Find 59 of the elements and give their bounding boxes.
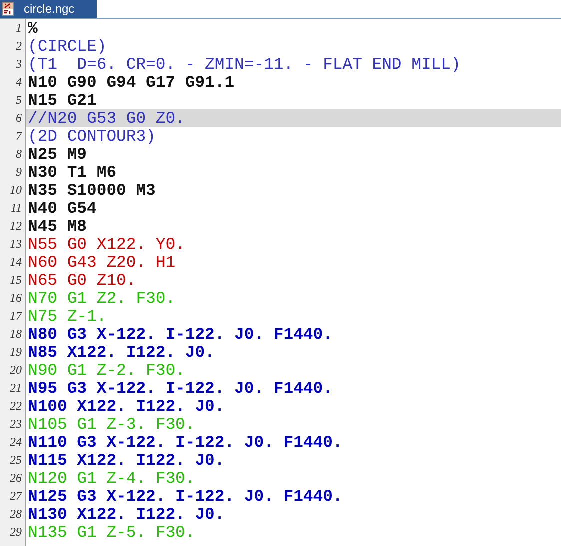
code-line: (T1 D=6. CR=0. - ZMIN=-11. - FLAT END MILL) (27, 55, 462, 73)
code-line: N65 G0 Z10. (27, 271, 138, 289)
code-line: N10 G90 G94 G17 G91.1 (27, 73, 236, 91)
code-line: N70 G1 Z2. F30. (27, 289, 177, 307)
line-number: 3 (15, 56, 23, 72)
line-number: 12 (9, 218, 23, 234)
line-number: 7 (15, 128, 24, 144)
file-tab[interactable]: circle.ngc (0, 0, 97, 18)
code-line: N110 G3 X-122. I-122. J0. F1440. (27, 433, 344, 451)
code-line: N75 Z-1. (27, 307, 108, 325)
line-number: 20 (9, 362, 23, 378)
line-number: 10 (9, 182, 23, 198)
line-number: 1 (15, 20, 23, 36)
code-line: (CIRCLE) (27, 37, 108, 55)
line-number: 29 (9, 524, 23, 540)
code-line: % (27, 19, 39, 37)
code-line: N85 X122. I122. J0. (27, 343, 216, 361)
line-number: 6 (15, 110, 23, 126)
code-line: N45 M8 (27, 217, 88, 235)
code-line: N130 X122. I122. J0. (27, 505, 226, 523)
line-number: 26 (9, 470, 23, 486)
line-number: 2 (15, 38, 23, 54)
line-number: 28 (9, 506, 23, 522)
code-line: N40 G54 (27, 199, 98, 217)
line-number: 19 (9, 344, 23, 360)
code-line: N100 X122. I122. J0. (27, 397, 226, 415)
code-line: N15 G21 (27, 91, 98, 109)
line-number: 17 (9, 308, 24, 324)
line-number: 13 (9, 236, 23, 252)
line-number: 8 (15, 146, 23, 162)
line-number: 5 (15, 92, 23, 108)
line-number: 14 (9, 254, 23, 270)
code-line: N95 G3 X-122. I-122. J0. F1440. (27, 379, 334, 397)
code-line: N30 T1 M6 (27, 163, 118, 181)
line-number: 18 (9, 326, 23, 342)
gcode-file-icon (2, 2, 14, 16)
code-line: N135 G1 Z-5. F30. (27, 523, 196, 541)
line-number: 24 (9, 434, 23, 450)
line-number: 9 (15, 164, 23, 180)
line-number: 16 (9, 290, 23, 306)
code-line: N125 G3 X-122. I-122. J0. F1440. (27, 487, 344, 505)
code-line: N25 M9 (27, 145, 88, 163)
line-number: 27 (9, 488, 24, 504)
line-number: 22 (9, 398, 23, 414)
code-line: N80 G3 X-122. I-122. J0. F1440. (27, 325, 334, 343)
code-line: N60 G43 Z20. H1 (27, 253, 177, 271)
code-line: (2D CONTOUR3) (27, 127, 157, 145)
code-line: N55 G0 X122. Y0. (27, 235, 186, 253)
line-number: 23 (9, 416, 23, 432)
line-number: 11 (10, 200, 23, 216)
code-line: N105 G1 Z-3. F30. (27, 415, 196, 433)
code-line: N115 X122. I122. J0. (27, 451, 226, 469)
line-number: 25 (9, 452, 23, 468)
line-number: 21 (9, 380, 23, 396)
code-line: N90 G1 Z-2. F30. (27, 361, 186, 379)
line-number: 15 (9, 272, 23, 288)
code-line: N35 S10000 M3 (27, 181, 157, 199)
code-line: N120 G1 Z-4. F30. (27, 469, 196, 487)
line-number: 4 (15, 74, 23, 90)
